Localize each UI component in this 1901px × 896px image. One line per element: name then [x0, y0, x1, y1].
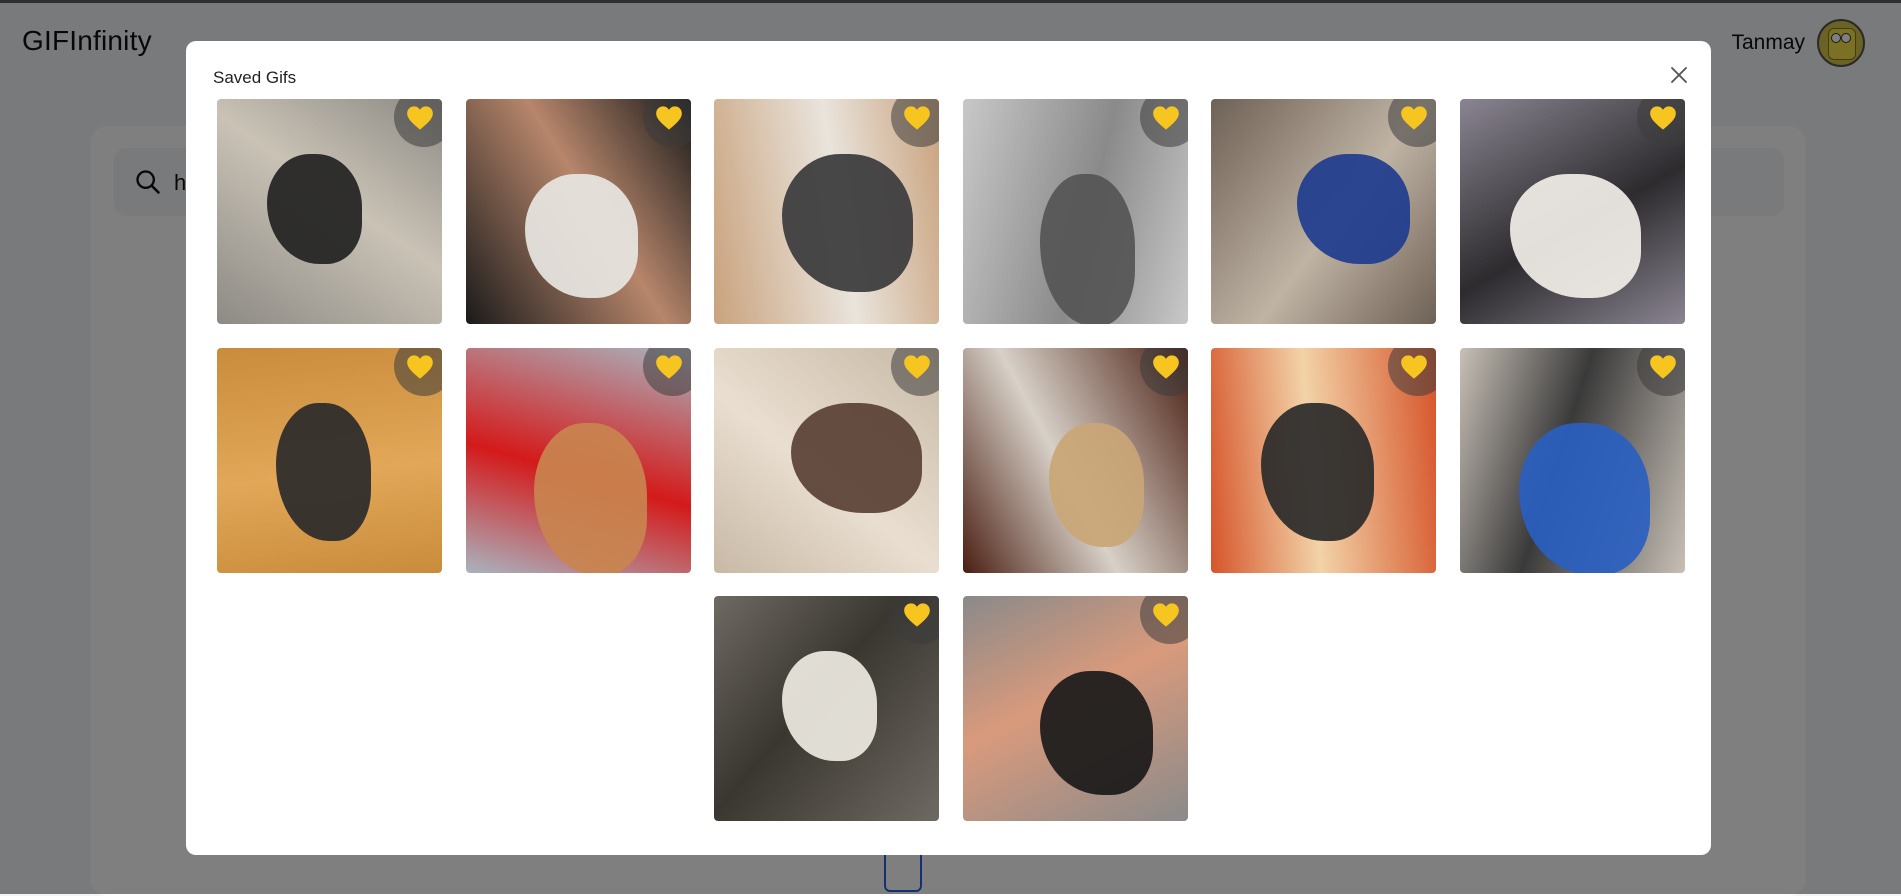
heart-icon[interactable] [655, 105, 683, 131]
modal-title: Saved Gifs [213, 68, 297, 87]
saved-gif-tile[interactable] [962, 596, 1188, 821]
heart-icon[interactable] [1400, 354, 1428, 380]
saved-gif-tile[interactable] [465, 347, 691, 573]
saved-gif-tile[interactable] [714, 347, 939, 573]
heart-icon[interactable] [903, 354, 931, 380]
heart-icon[interactable] [1152, 105, 1180, 131]
saved-gif-tile[interactable] [1459, 347, 1685, 573]
saved-gif-tile[interactable] [962, 99, 1188, 324]
heart-icon[interactable] [406, 105, 434, 131]
heart-icon[interactable] [1649, 354, 1677, 380]
heart-icon[interactable] [406, 354, 434, 380]
heart-icon[interactable] [1649, 105, 1677, 131]
saved-gif-tile[interactable] [714, 596, 939, 821]
heart-icon[interactable] [1152, 354, 1180, 380]
saved-gif-tile[interactable] [1211, 347, 1436, 573]
saved-gif-tile[interactable] [465, 99, 691, 324]
heart-icon[interactable] [903, 602, 931, 628]
heart-icon[interactable] [1152, 602, 1180, 628]
saved-gif-tile[interactable] [714, 99, 939, 324]
heart-icon[interactable] [1400, 105, 1428, 131]
saved-gif-tile[interactable] [1459, 99, 1685, 324]
saved-gif-tile[interactable] [217, 99, 442, 324]
close-button[interactable] [1665, 61, 1693, 89]
saved-gif-tile[interactable] [962, 347, 1188, 573]
close-icon [1671, 67, 1687, 83]
heart-icon[interactable] [655, 354, 683, 380]
saved-gif-tile[interactable] [1211, 99, 1436, 324]
heart-icon[interactable] [903, 105, 931, 131]
saved-gifs-modal: Saved Gifs [186, 41, 1711, 855]
saved-gif-tile[interactable] [217, 347, 442, 573]
